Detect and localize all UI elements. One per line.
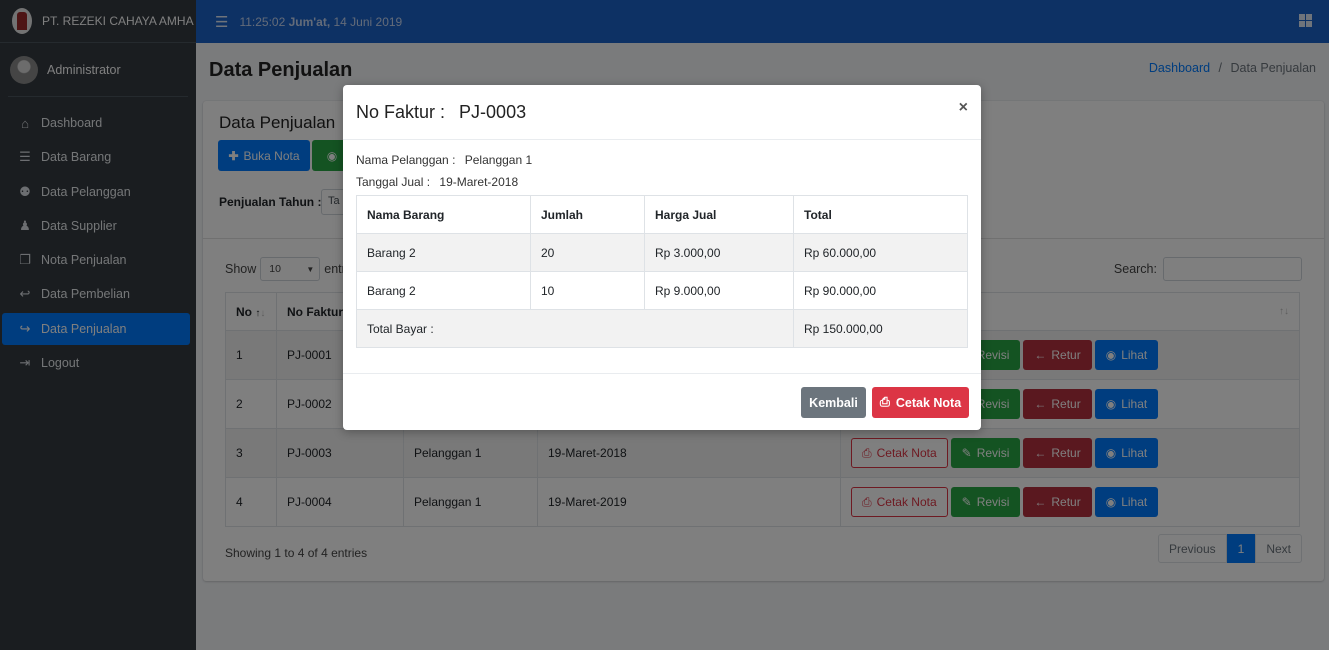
cell-total: Rp 90.000,00: [793, 271, 968, 310]
modal-header: No Faktur : PJ-0003 ×: [343, 85, 981, 140]
column-header-jumlah: Jumlah: [530, 195, 645, 234]
cell-jumlah: 10: [530, 271, 645, 310]
tanggal-jual-value: 19-Maret-2018: [439, 175, 519, 189]
detail-penjualan-modal: No Faktur : PJ-0003 × Nama Pelanggan : P…: [343, 85, 981, 430]
modal-title-value: PJ-0003: [459, 102, 527, 122]
total-bayar-value: Rp 150.000,00: [793, 309, 968, 348]
cell-total: Rp 60.000,00: [793, 233, 968, 272]
table-row: Barang 2 10 Rp 9.000,00 Rp 90.000,00: [356, 271, 968, 310]
column-header-total: Total: [793, 195, 968, 234]
cell-nama-barang: Barang 2: [356, 271, 531, 310]
cetak-nota-modal-button[interactable]: ⎙ Cetak Nota: [872, 387, 969, 418]
print-icon: ⎙: [879, 395, 890, 409]
kembali-button[interactable]: Kembali: [801, 387, 866, 418]
tanggal-jual-label: Tanggal Jual :: [356, 175, 431, 189]
tanggal-jual-row: Tanggal Jual : 19-Maret-2018: [356, 175, 518, 189]
cell-harga: Rp 9.000,00: [644, 271, 794, 310]
modal-title-label: No Faktur :: [356, 102, 446, 122]
nama-pelanggan-row: Nama Pelanggan : Pelanggan 1: [356, 153, 532, 167]
total-row: Total Bayar : Rp 150.000,00: [356, 309, 968, 348]
nama-pelanggan-value: Pelanggan 1: [464, 153, 533, 167]
modal-title: No Faktur : PJ-0003: [356, 102, 526, 123]
total-bayar-label: Total Bayar :: [356, 309, 794, 348]
table-row: Barang 2 20 Rp 3.000,00 Rp 60.000,00: [356, 233, 968, 272]
column-header-harga-jual: Harga Jual: [644, 195, 794, 234]
close-icon[interactable]: ×: [959, 99, 968, 117]
modal-body: Nama Pelanggan : Pelanggan 1 Tanggal Jua…: [343, 140, 981, 374]
nama-pelanggan-label: Nama Pelanggan :: [356, 153, 456, 167]
button-label: Cetak Nota: [895, 395, 962, 410]
cell-nama-barang: Barang 2: [356, 233, 531, 272]
column-header-nama-barang: Nama Barang: [356, 195, 531, 234]
cell-jumlah: 20: [530, 233, 645, 272]
detail-barang-table: Nama Barang Jumlah Harga Jual Total Bara…: [356, 195, 968, 348]
cell-harga: Rp 3.000,00: [644, 233, 794, 272]
modal-footer: Kembali ⎙ Cetak Nota: [343, 375, 981, 430]
